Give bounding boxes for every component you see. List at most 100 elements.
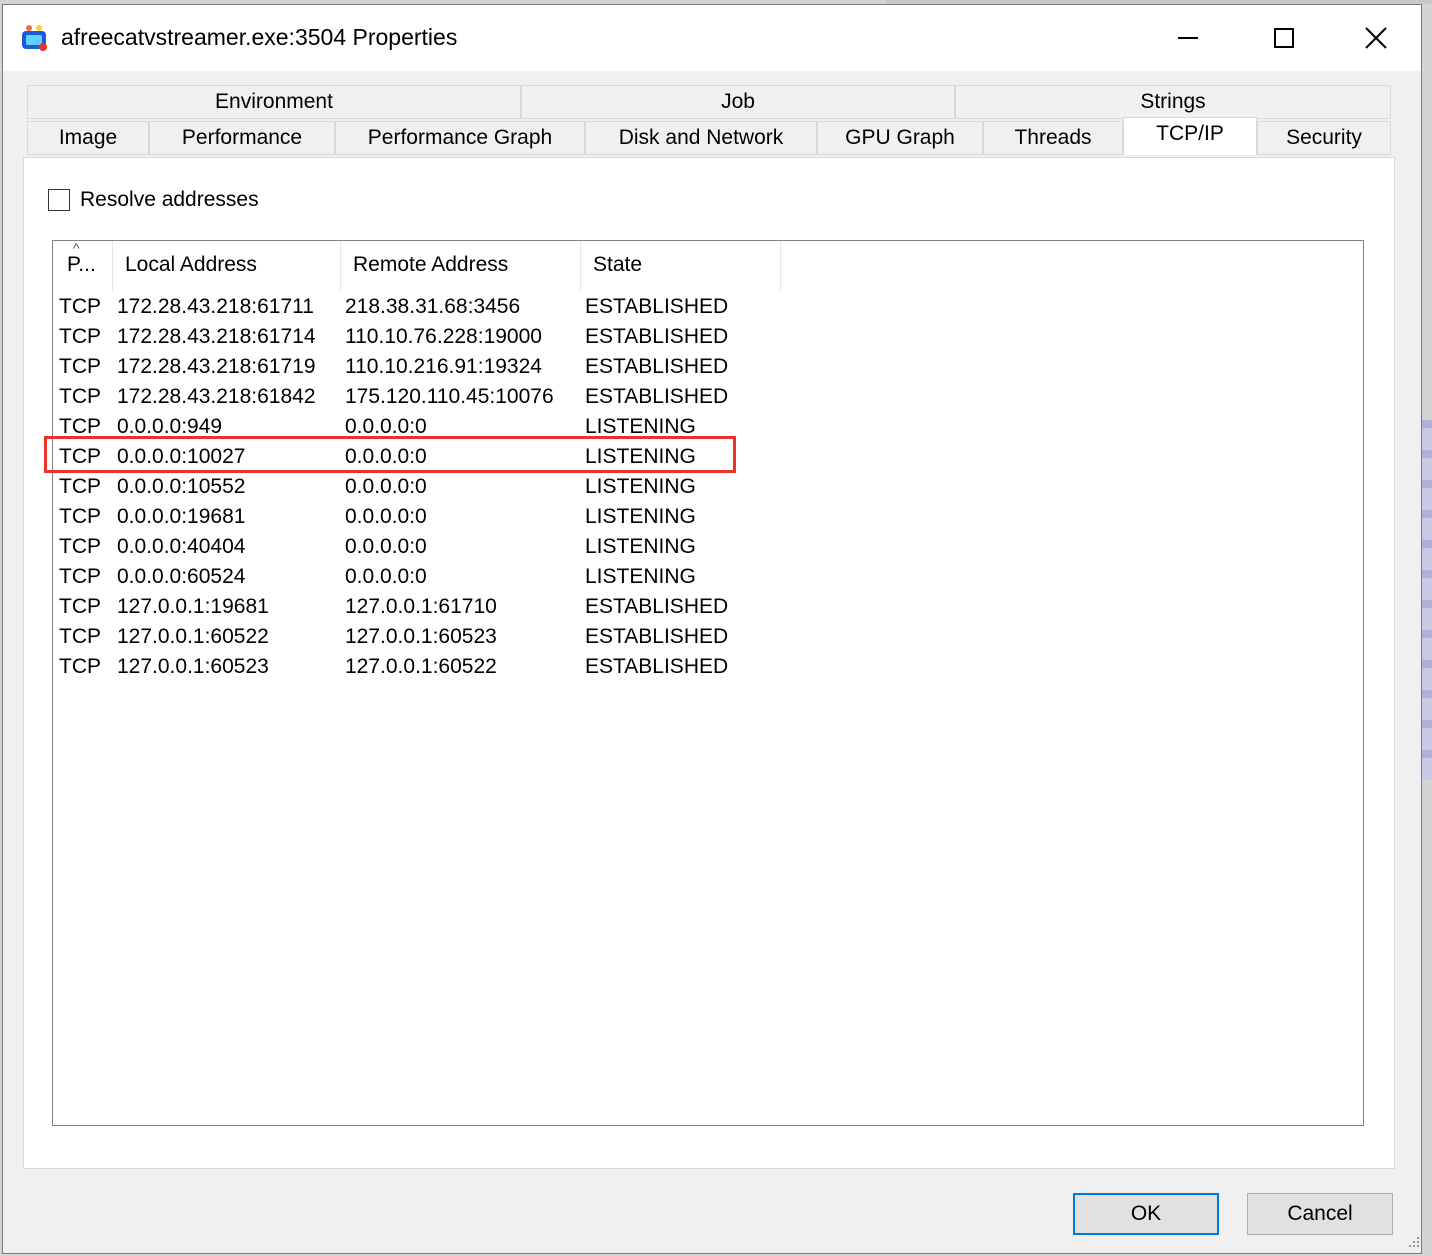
cell-remote-address: 110.10.216.91:19324 xyxy=(345,355,542,378)
maximize-icon xyxy=(1274,28,1294,48)
cell-protocol: TCP xyxy=(59,625,101,648)
table-row[interactable]: TCP 127.0.0.1:60523 127.0.0.1:60522 ESTA… xyxy=(53,652,1363,682)
tab-strip: Environment Job Strings Image Performanc… xyxy=(23,85,1391,159)
cell-remote-address: 218.38.31.68:3456 xyxy=(345,295,521,318)
cell-remote-address: 0.0.0.0:0 xyxy=(345,475,427,498)
column-header-protocol[interactable]: ^ P... xyxy=(53,241,113,291)
tab-performance-graph[interactable]: Performance Graph xyxy=(335,121,585,155)
table-row[interactable]: TCP 127.0.0.1:19681 127.0.0.1:61710 ESTA… xyxy=(53,592,1363,622)
close-icon xyxy=(1365,27,1387,49)
column-header-state-label: State xyxy=(593,253,643,276)
cell-remote-address: 0.0.0.0:0 xyxy=(345,535,427,558)
resolve-addresses-option[interactable]: Resolve addresses xyxy=(48,188,259,212)
cell-remote-address: 127.0.0.1:60522 xyxy=(345,655,497,678)
cell-local-address: 0.0.0.0:60524 xyxy=(117,565,246,588)
cell-state: ESTABLISHED xyxy=(585,325,729,348)
column-header-remote-address[interactable]: Remote Address xyxy=(341,241,581,291)
connections-list[interactable]: ^ P... Local Address Remote Address Stat… xyxy=(52,240,1364,1126)
cell-remote-address: 110.10.76.228:19000 xyxy=(345,325,542,348)
window-title: afreecatvstreamer.exe:3504 Properties xyxy=(61,24,458,50)
cell-protocol: TCP xyxy=(59,565,101,588)
table-row[interactable]: TCP 0.0.0.0:60524 0.0.0.0:0 LISTENING xyxy=(53,562,1363,592)
cell-state: LISTENING xyxy=(585,565,696,588)
column-header-state[interactable]: State xyxy=(581,241,781,291)
tab-performance[interactable]: Performance xyxy=(149,121,335,155)
table-row[interactable]: TCP 172.28.43.218:61714 110.10.76.228:19… xyxy=(53,322,1363,352)
list-header: ^ P... Local Address Remote Address Stat… xyxy=(53,241,1363,291)
cell-protocol: TCP xyxy=(59,445,101,468)
cell-state: LISTENING xyxy=(585,475,696,498)
ok-button[interactable]: OK xyxy=(1073,1193,1219,1235)
cell-state: LISTENING xyxy=(585,505,696,528)
resize-grip-icon[interactable] xyxy=(1405,1233,1421,1249)
cell-remote-address: 0.0.0.0:0 xyxy=(345,415,427,438)
cell-protocol: TCP xyxy=(59,325,101,348)
cell-remote-address: 0.0.0.0:0 xyxy=(345,565,427,588)
cell-local-address: 0.0.0.0:10027 xyxy=(117,445,246,468)
table-row[interactable]: TCP 0.0.0.0:19681 0.0.0.0:0 LISTENING xyxy=(53,502,1363,532)
cell-local-address: 127.0.0.1:60522 xyxy=(117,625,269,648)
minimize-icon xyxy=(1178,37,1198,39)
cell-protocol: TCP xyxy=(59,595,101,618)
tab-tcp-ip[interactable]: TCP/IP xyxy=(1123,117,1257,155)
cell-state: LISTENING xyxy=(585,445,696,468)
cell-remote-address: 175.120.110.45:10076 xyxy=(345,385,554,408)
table-row[interactable]: TCP 172.28.43.218:61711 218.38.31.68:345… xyxy=(53,292,1363,322)
close-button[interactable] xyxy=(1331,5,1421,71)
cell-state: ESTABLISHED xyxy=(585,655,729,678)
cell-protocol: TCP xyxy=(59,535,101,558)
cell-local-address: 0.0.0.0:949 xyxy=(117,415,223,438)
column-header-remote-address-label: Remote Address xyxy=(353,253,509,276)
column-header-local-address[interactable]: Local Address xyxy=(113,241,341,291)
cell-local-address: 0.0.0.0:40404 xyxy=(117,535,246,558)
resolve-addresses-checkbox[interactable] xyxy=(48,189,70,211)
cell-state: ESTABLISHED xyxy=(585,625,729,648)
cell-remote-address: 127.0.0.1:60523 xyxy=(345,625,497,648)
title-bar[interactable]: afreecatvstreamer.exe:3504 Properties xyxy=(3,5,1421,71)
cell-protocol: TCP xyxy=(59,655,101,678)
table-row[interactable]: TCP 127.0.0.1:60522 127.0.0.1:60523 ESTA… xyxy=(53,622,1363,652)
tab-gpu-graph[interactable]: GPU Graph xyxy=(817,121,983,155)
cell-local-address: 127.0.0.1:19681 xyxy=(117,595,269,618)
table-row[interactable]: TCP 0.0.0.0:949 0.0.0.0:0 LISTENING xyxy=(53,412,1363,442)
tab-job[interactable]: Job xyxy=(521,85,955,119)
tab-disk-and-network[interactable]: Disk and Network xyxy=(585,121,817,155)
cell-state: ESTABLISHED xyxy=(585,385,729,408)
table-row[interactable]: TCP 172.28.43.218:61842 175.120.110.45:1… xyxy=(53,382,1363,412)
cell-protocol: TCP xyxy=(59,415,101,438)
cell-local-address: 172.28.43.218:61714 xyxy=(117,325,316,348)
app-icon xyxy=(22,25,47,51)
cell-local-address: 0.0.0.0:10552 xyxy=(117,475,246,498)
cell-protocol: TCP xyxy=(59,355,101,378)
table-row[interactable]: TCP 0.0.0.0:10552 0.0.0.0:0 LISTENING xyxy=(53,472,1363,502)
cell-local-address: 127.0.0.1:60523 xyxy=(117,655,269,678)
cell-state: LISTENING xyxy=(585,535,696,558)
resolve-addresses-label: Resolve addresses xyxy=(80,188,259,211)
table-row-highlighted[interactable]: TCP 0.0.0.0:10027 0.0.0.0:0 LISTENING xyxy=(53,442,1363,472)
column-header-protocol-label: P... xyxy=(67,253,96,276)
cell-state: ESTABLISHED xyxy=(585,295,729,318)
cell-state: LISTENING xyxy=(585,415,696,438)
tcp-ip-panel: Resolve addresses ^ P... Local Address R… xyxy=(23,157,1395,1169)
tab-threads[interactable]: Threads xyxy=(983,121,1123,155)
cancel-button[interactable]: Cancel xyxy=(1247,1193,1393,1235)
cell-remote-address: 127.0.0.1:61710 xyxy=(345,595,497,618)
tab-environment[interactable]: Environment xyxy=(27,85,521,119)
table-row[interactable]: TCP 0.0.0.0:40404 0.0.0.0:0 LISTENING xyxy=(53,532,1363,562)
tab-security[interactable]: Security xyxy=(1257,121,1391,155)
cell-protocol: TCP xyxy=(59,475,101,498)
cell-local-address: 172.28.43.218:61711 xyxy=(117,295,314,318)
cell-protocol: TCP xyxy=(59,295,101,318)
table-row[interactable]: TCP 172.28.43.218:61719 110.10.216.91:19… xyxy=(53,352,1363,382)
column-header-local-address-label: Local Address xyxy=(125,253,257,276)
cell-local-address: 172.28.43.218:61719 xyxy=(117,355,316,378)
tab-strings[interactable]: Strings xyxy=(955,85,1391,119)
cell-remote-address: 0.0.0.0:0 xyxy=(345,505,427,528)
maximize-button[interactable] xyxy=(1239,5,1329,71)
tab-image[interactable]: Image xyxy=(27,121,149,155)
cell-protocol: TCP xyxy=(59,385,101,408)
cell-protocol: TCP xyxy=(59,505,101,528)
minimize-button[interactable] xyxy=(1143,5,1233,71)
cell-local-address: 0.0.0.0:19681 xyxy=(117,505,246,528)
cell-remote-address: 0.0.0.0:0 xyxy=(345,445,427,468)
